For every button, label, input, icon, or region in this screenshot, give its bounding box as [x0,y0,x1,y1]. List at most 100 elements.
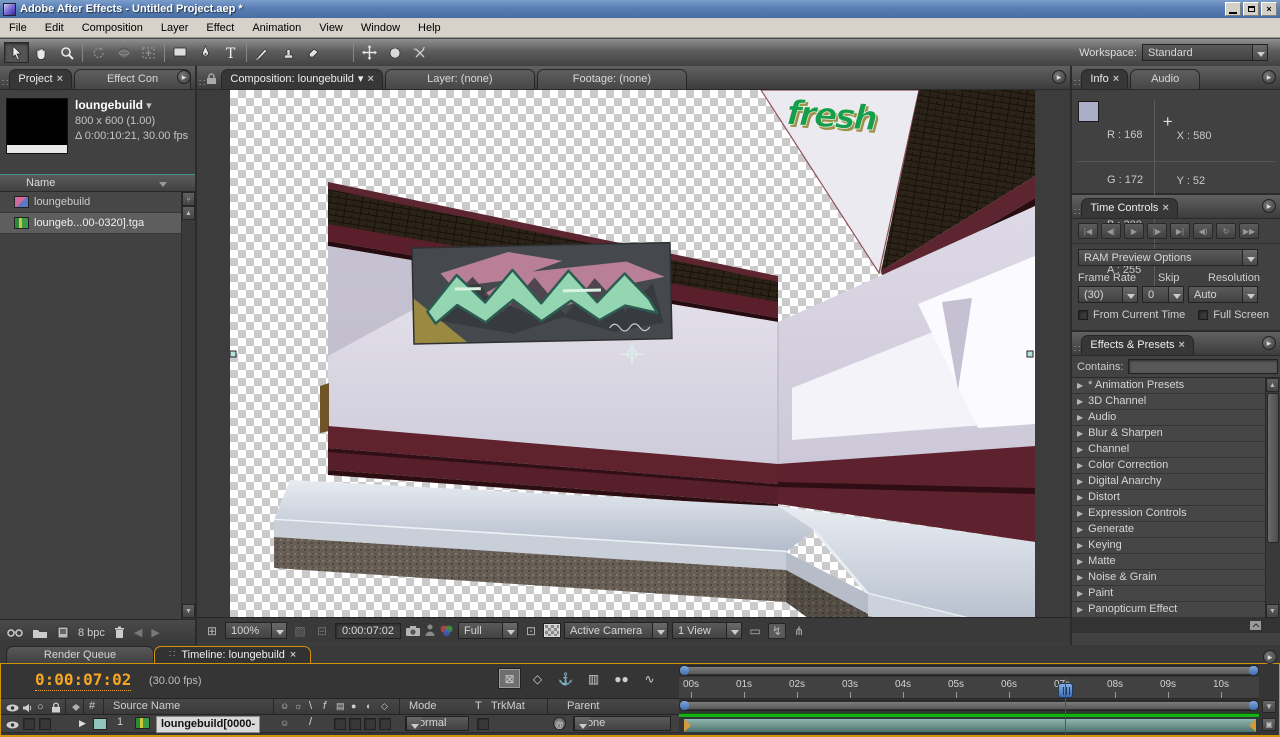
close-icon[interactable]: × [1113,70,1119,89]
panel-grip[interactable]: ∷ [1074,344,1079,355]
pixel-aspect-icon[interactable]: ▭ [746,624,764,638]
trash-icon[interactable] [114,626,125,639]
orbit-camera-tool[interactable] [111,42,136,63]
panel-menu-button[interactable]: ▸ [1263,650,1277,664]
comp-marker-bin[interactable]: ▼ [1262,700,1276,713]
solo-switch[interactable] [39,718,51,730]
comp-thumbnail[interactable] [6,98,68,154]
time-ruler[interactable]: 00s 01s 02s 03s 04s 05s 06s 07s 08s 09s … [679,677,1259,699]
scroll-up-button[interactable]: ▲ [182,206,195,220]
adjustment-switch-icon[interactable]: ◐ [366,699,371,714]
resolution-dropdown[interactable]: Full [458,622,518,639]
tab-footage[interactable]: Footage: (none) [537,69,687,89]
category-distort[interactable]: ▶Distort [1072,490,1266,506]
category-color-correction[interactable]: ▶Color Correction [1072,458,1266,474]
current-time-field[interactable]: 0:00:07:02 [335,623,401,639]
ram-preview-options-dropdown[interactable]: RAM Preview Options [1078,249,1258,266]
panel-menu-button[interactable]: ▸ [1052,70,1066,84]
full-screen-checkbox[interactable] [1198,310,1208,320]
menu-file[interactable]: File [0,18,36,38]
new-composition-icon[interactable] [57,626,69,639]
new-preset-icon[interactable] [1249,620,1262,631]
tab-audio[interactable]: Audio [1130,69,1200,89]
layer-quality-switch[interactable]: / [309,715,312,730]
close-icon[interactable]: × [1179,336,1185,355]
layer-duration-bar[interactable] [683,718,1257,733]
category-paint[interactable]: ▶Paint [1072,586,1266,602]
layer-label-swatch[interactable] [93,718,107,730]
speaker-icon[interactable] [22,703,33,713]
view-axis-mode[interactable] [407,42,432,63]
blend-mode-dropdown[interactable]: Normal [405,716,469,731]
audio-switch[interactable] [23,718,35,730]
tab-info[interactable]: Info× [1081,69,1128,89]
project-item-footage[interactable]: loungeb...00-0320].tga [0,213,183,234]
previous-frame-button[interactable]: ◀| [1101,223,1121,239]
composition-viewport[interactable]: fresh fresh [197,90,1070,617]
panel-grip[interactable]: ∷ [1074,207,1079,218]
category-matte[interactable]: ▶Matte [1072,554,1266,570]
category-blur-sharpen[interactable]: ▶Blur & Sharpen [1072,426,1266,442]
show-snapshot-icon[interactable] [425,624,435,637]
magnification-dropdown[interactable]: 100% [225,622,287,639]
ram-preview-button[interactable]: ▶▶ [1239,223,1259,239]
snapshot-icon[interactable] [405,625,421,637]
channel-icon[interactable] [439,624,454,637]
rendered-scene[interactable]: fresh fresh [230,90,1035,617]
col-trkmat[interactable]: TrkMat [491,699,525,714]
find-icon[interactable] [7,627,23,639]
title-bar[interactable]: Adobe After Effects - Untitled Project.a… [0,0,1280,18]
motion-blur-button[interactable]: ●● [611,669,632,688]
video-eye-icon[interactable] [6,721,19,729]
minimize-button[interactable] [1225,2,1241,16]
nav-back-button[interactable]: ◀ [134,626,142,639]
preview-grid-icon[interactable]: ⊞ [203,624,221,638]
close-icon[interactable]: × [367,70,373,89]
category-noise-grain[interactable]: ▶Noise & Grain [1072,570,1266,586]
effects-scrollbar[interactable]: ▲ ▼ [1265,378,1280,618]
in-point-handle[interactable] [684,719,691,732]
workspace-dropdown[interactable]: Standard [1142,44,1268,61]
menu-help[interactable]: Help [409,18,450,38]
tab-timeline[interactable]: ∷ Timeline: loungebuild × [154,646,311,663]
panel-menu-button[interactable]: ▸ [177,70,191,84]
contains-input[interactable] [1128,359,1278,374]
from-current-time-checkbox[interactable] [1078,310,1088,320]
last-frame-button[interactable]: ▶| [1170,223,1190,239]
bit-depth[interactable]: 8 bpc [78,627,105,639]
scroll-up-button[interactable]: ▲ [1266,378,1279,392]
close-button[interactable]: × [1261,2,1277,16]
rotate-tool[interactable] [86,42,111,63]
region-of-interest-icon[interactable]: ⊡ [522,624,540,638]
panel-grip[interactable]: ∷ [199,78,204,89]
layer-row[interactable]: ▶ 1 loungebuild[0000- ☺ / Normal @ None [1,715,679,733]
frame-blend-switch-icon[interactable]: ▤ [336,699,345,714]
menu-window[interactable]: Window [352,18,409,38]
loop-button[interactable]: ↻ [1216,223,1236,239]
parent-pickwhip-icon[interactable]: @ [553,717,566,730]
pen-tool[interactable] [193,42,218,63]
effects-switch-icon[interactable]: f [323,699,326,714]
quality-switch-icon[interactable]: \ [309,699,312,714]
view-layout-dropdown[interactable]: 1 View [672,622,742,639]
restore-button[interactable] [1243,2,1259,16]
layer-frame-blend-switch[interactable] [334,718,346,730]
project-item-loungebuild[interactable]: loungebuild [0,192,183,213]
panel-grip[interactable]: ∷ [1074,78,1079,89]
category-audio[interactable]: ▶Audio [1072,410,1266,426]
graph-editor-button[interactable]: ∿ [639,669,660,688]
live-update-button[interactable]: ⊠ [499,669,520,688]
brush-tool[interactable] [250,42,275,63]
category-channel[interactable]: ▶Channel [1072,442,1266,458]
project-scrollbar[interactable]: ⑂ ▲ ▼ [181,192,195,619]
tag-icon[interactable] [71,703,81,712]
next-frame-button[interactable]: |▶ [1147,223,1167,239]
comp-flowchart-icon[interactable]: ⋔ [790,624,808,638]
first-frame-button[interactable]: |◀ [1078,223,1098,239]
tab-layer[interactable]: Layer: (none) [385,69,535,89]
layer-expand-arrow[interactable]: ▶ [79,716,86,731]
pan-behind-tool[interactable] [136,42,161,63]
3d-switch-icon[interactable]: ◇ [381,699,388,714]
out-point-handle[interactable] [1249,719,1256,732]
world-axis-mode[interactable] [382,42,407,63]
